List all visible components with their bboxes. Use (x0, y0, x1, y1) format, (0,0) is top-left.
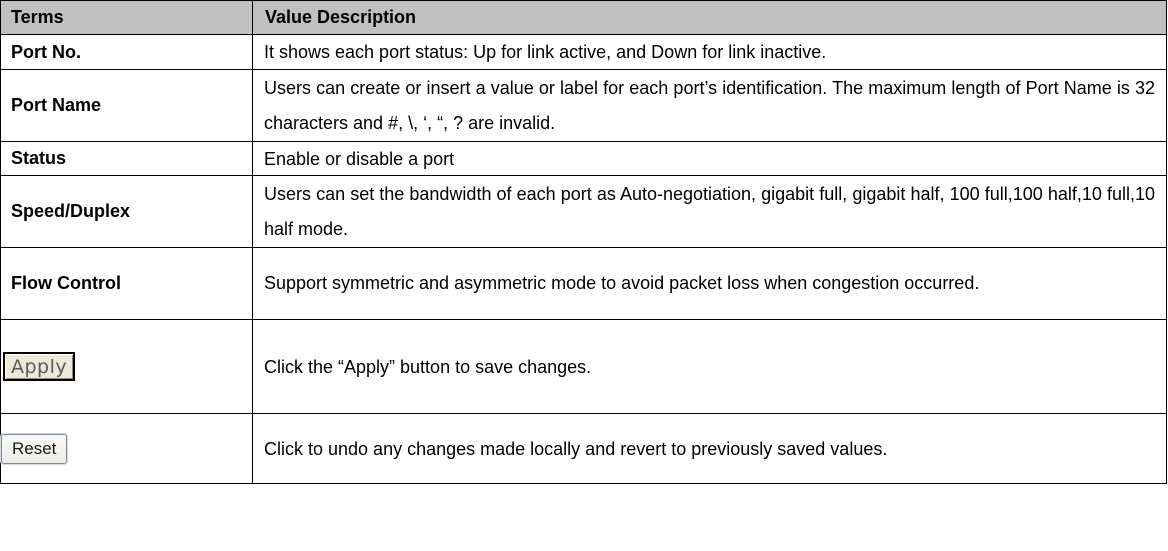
term-port-no: Port No. (0, 34, 253, 70)
table-row: Flow Control Support symmetric and asymm… (0, 247, 1167, 320)
desc-flow-control: Support symmetric and asymmetric mode to… (252, 247, 1167, 320)
desc-reset: Click to undo any changes made locally a… (252, 413, 1167, 484)
desc-port-no: It shows each port status: Up for link a… (252, 34, 1167, 70)
term-status: Status (0, 141, 253, 176)
desc-speed-duplex: Users can set the bandwidth of each port… (252, 175, 1167, 248)
desc-apply: Click the “Apply” button to save changes… (252, 319, 1167, 414)
table-row: Apply Click the “Apply” button to save c… (0, 319, 1167, 414)
table-row: Port Name Users can create or insert a v… (0, 69, 1167, 142)
desc-port-name: Users can create or insert a value or la… (252, 69, 1167, 142)
header-terms: Terms (0, 0, 253, 35)
table-header-row: Terms Value Description (0, 0, 1167, 35)
table-row: Reset Click to undo any changes made loc… (0, 413, 1167, 484)
reset-cell: Reset (0, 413, 253, 484)
apply-cell: Apply (0, 319, 253, 414)
term-flow-control: Flow Control (0, 247, 253, 320)
term-port-name: Port Name (0, 69, 253, 142)
reset-button[interactable]: Reset (1, 433, 68, 464)
header-value-description: Value Description (252, 0, 1167, 35)
table-row: Speed/Duplex Users can set the bandwidth… (0, 175, 1167, 248)
term-speed-duplex: Speed/Duplex (0, 175, 253, 248)
table-row: Status Enable or disable a port (0, 141, 1167, 176)
table-row: Port No. It shows each port status: Up f… (0, 34, 1167, 70)
terms-table: Terms Value Description Port No. It show… (0, 0, 1167, 484)
apply-button[interactable]: Apply (3, 352, 76, 381)
desc-status: Enable or disable a port (252, 141, 1167, 176)
